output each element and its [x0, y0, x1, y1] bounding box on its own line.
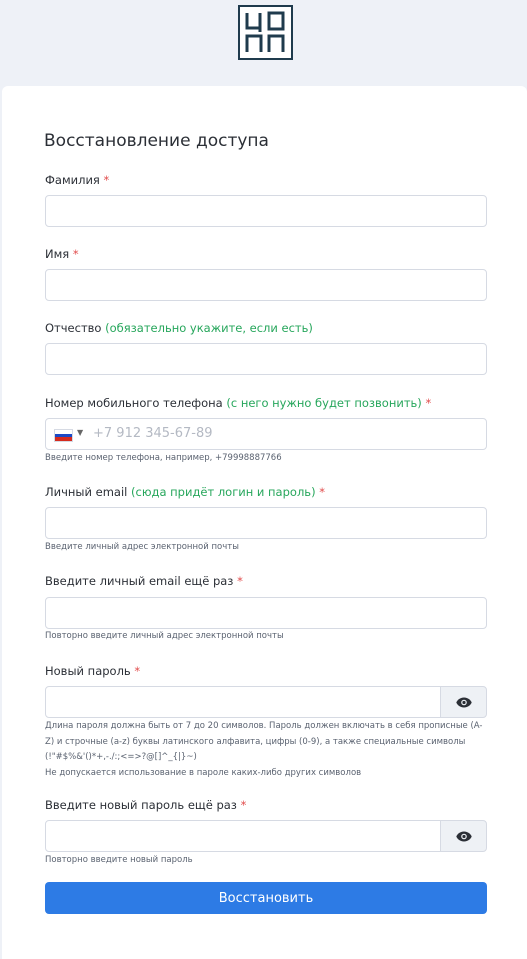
patronymic-hint: (обязательно укажите, если есть): [105, 321, 313, 335]
email-help: Введите личный адрес электронной почты: [45, 542, 239, 552]
required-mark: *: [72, 247, 79, 261]
show-password-repeat-button[interactable]: [440, 820, 487, 852]
firstname-label-text: Имя: [45, 247, 70, 261]
password-label-text: Новый пароль: [45, 664, 131, 678]
phone-label-text: Номер мобильного телефона: [45, 396, 223, 410]
email-hint: (сюда придёт логин и пароль): [131, 485, 316, 499]
password-restriction: Не допускается использование в пароле ка…: [45, 767, 362, 778]
email-label: Личный email (сюда придёт логин и пароль…: [45, 485, 325, 499]
russia-flag-icon[interactable]: [54, 429, 73, 442]
password-group: [45, 686, 487, 718]
password-input[interactable]: [45, 686, 441, 718]
phone-input[interactable]: ▼ +7 912 345-67-89: [45, 418, 487, 450]
password-help: Длина пароля должна быть от 7 до 20 симв…: [45, 719, 485, 781]
required-mark: *: [237, 574, 243, 588]
email-repeat-input[interactable]: [45, 597, 487, 629]
password-repeat-group: [45, 820, 487, 852]
password-repeat-label-text: Введите новый пароль ещё раз: [45, 798, 237, 812]
firstname-input[interactable]: [45, 269, 487, 301]
password-repeat-input[interactable]: [45, 820, 441, 852]
required-mark: *: [103, 173, 110, 187]
password-rules: Длина пароля должна быть от 7 до 20 симв…: [45, 721, 483, 762]
header-bar: [0, 0, 527, 86]
firstname-label: Имя *: [45, 247, 79, 261]
lastname-label: Фамилия *: [45, 173, 109, 187]
password-repeat-label: Введите новый пароль ещё раз *: [45, 798, 246, 812]
required-mark: *: [425, 396, 432, 410]
show-password-button[interactable]: [440, 686, 487, 718]
patronymic-label: Отчество (обязательно укажите, если есть…: [45, 321, 313, 335]
phone-help: Введите номер телефона, например, +79998…: [45, 453, 282, 463]
lastname-label-text: Фамилия: [45, 173, 100, 187]
required-mark: *: [319, 485, 325, 499]
eye-icon: [455, 831, 472, 841]
email-repeat-label-text: Введите личный email ещё раз: [45, 574, 234, 588]
password-repeat-help: Повторно введите новый пароль: [45, 855, 193, 865]
phone-placeholder: +7 912 345-67-89: [93, 426, 213, 441]
lastname-input[interactable]: [45, 195, 487, 227]
email-label-text: Личный email: [45, 485, 128, 499]
password-label: Новый пароль *: [45, 664, 140, 678]
email-repeat-help: Повторно введите личный адрес электронно…: [45, 631, 284, 641]
email-repeat-label: Введите личный email ещё раз *: [45, 574, 243, 588]
phone-hint: (с него нужно будет позвонить): [226, 396, 422, 410]
restore-button[interactable]: Восстановить: [45, 882, 487, 914]
copp-logo: [238, 5, 293, 60]
required-mark: *: [240, 798, 247, 812]
patronymic-input[interactable]: [45, 343, 487, 375]
email-input[interactable]: [45, 507, 487, 539]
eye-icon: [455, 697, 472, 707]
patronymic-label-text: Отчество: [45, 321, 102, 335]
chevron-down-icon[interactable]: ▼: [77, 428, 83, 437]
phone-label: Номер мобильного телефона (с него нужно …: [45, 396, 431, 410]
page-title: Восстановление доступа: [44, 131, 269, 151]
required-mark: *: [134, 664, 141, 678]
